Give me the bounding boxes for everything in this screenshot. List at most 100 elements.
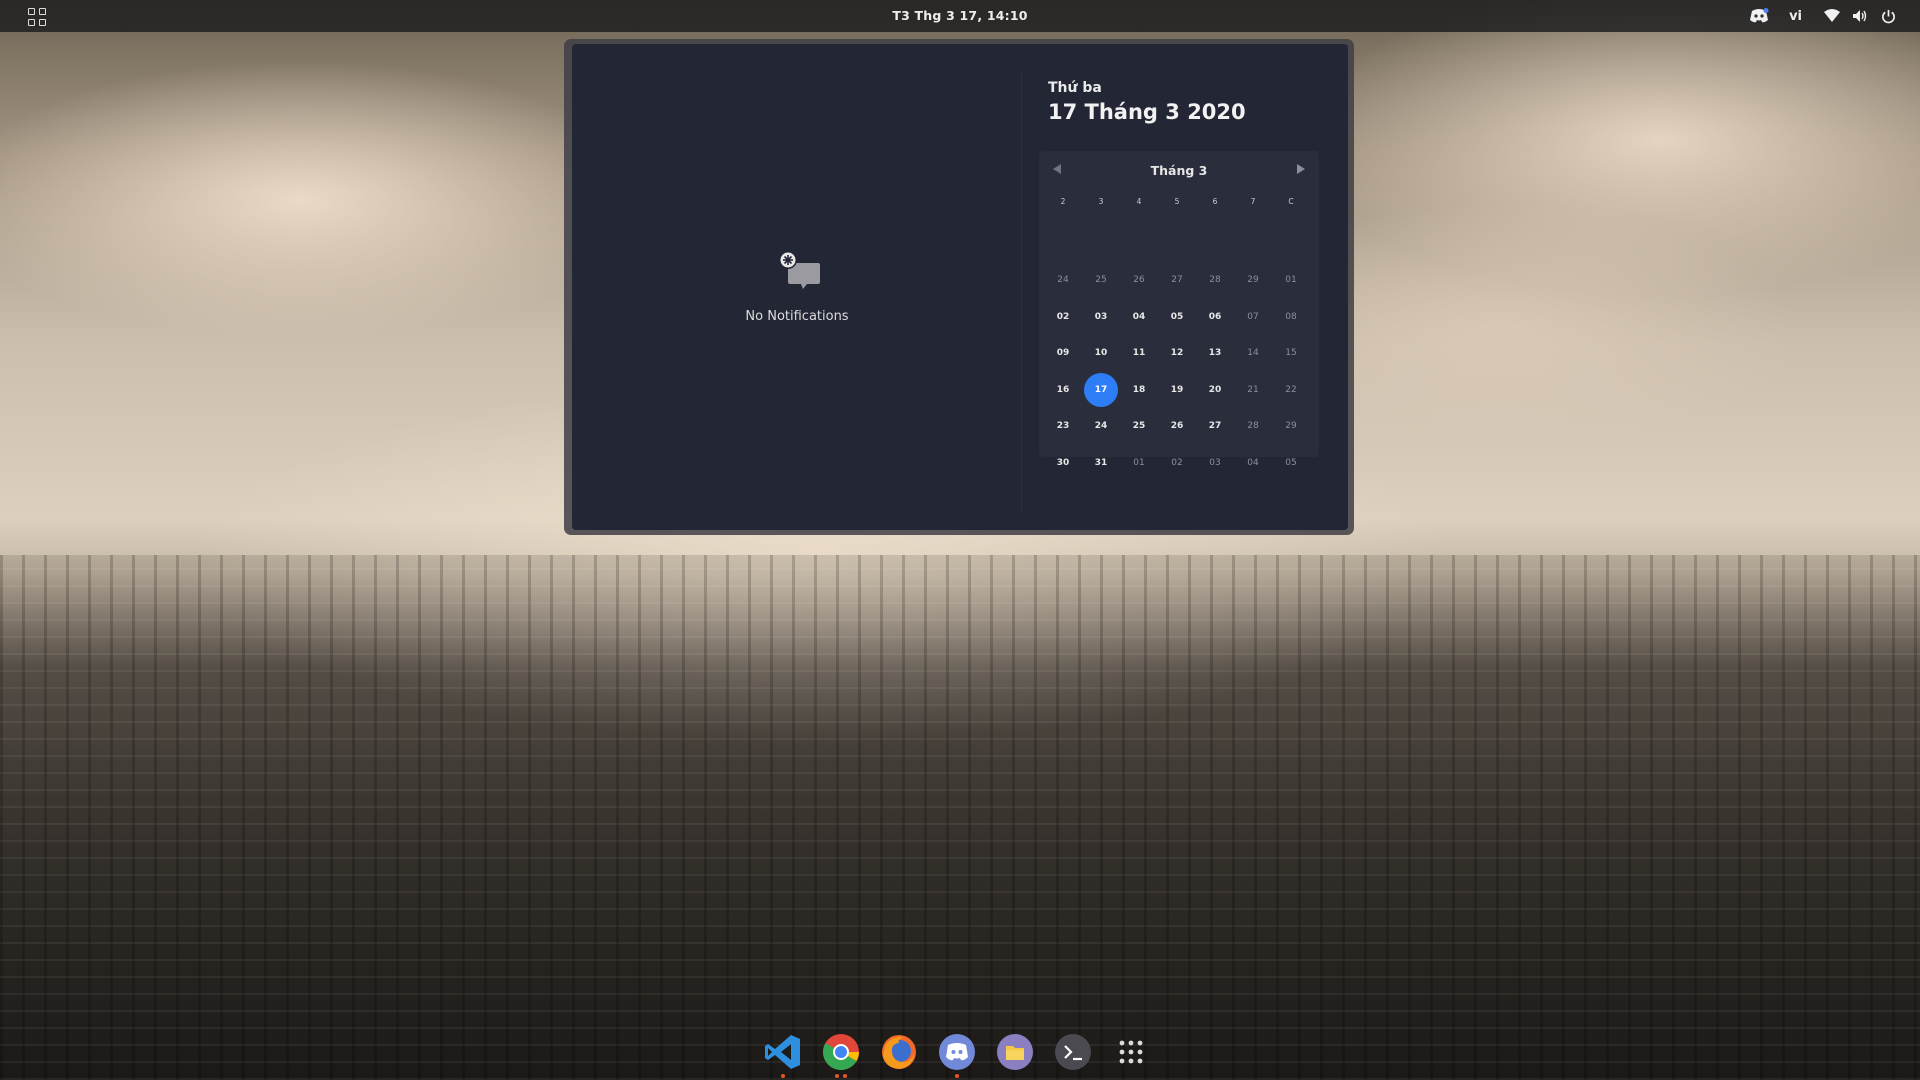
- calendar-day[interactable]: 12: [1158, 335, 1196, 372]
- calendar-day[interactable]: 09: [1044, 335, 1082, 372]
- calendar-day[interactable]: 02: [1044, 299, 1082, 336]
- calendar-day-label: 01: [1285, 275, 1297, 286]
- show-applications-icon[interactable]: [1108, 1029, 1154, 1075]
- files-icon[interactable]: [992, 1029, 1038, 1075]
- calendar-day[interactable]: 28: [1196, 262, 1234, 299]
- next-month-icon[interactable]: [1297, 164, 1305, 174]
- wifi-icon: [1822, 6, 1842, 26]
- calendar-day-label: 07: [1247, 311, 1259, 322]
- calendar-day[interactable]: 03: [1196, 445, 1234, 482]
- calendar-day[interactable]: 03: [1082, 299, 1120, 336]
- calendar-day[interactable]: 04: [1234, 445, 1272, 482]
- weekday-header: 7: [1250, 196, 1256, 206]
- calendar-day-label: 29: [1285, 421, 1297, 432]
- calendar-day-label: 09: [1056, 348, 1070, 359]
- calendar-day-label: 03: [1209, 457, 1221, 468]
- calendar-day-today[interactable]: 17: [1082, 372, 1120, 409]
- calendar-day[interactable]: 02: [1158, 445, 1196, 482]
- calendar-month: Tháng 3: [1150, 163, 1208, 178]
- calendar-day[interactable]: 15: [1272, 335, 1310, 372]
- calendar-day-label: 24: [1094, 421, 1108, 432]
- calendar-day[interactable]: 25: [1120, 408, 1158, 445]
- calendar-day[interactable]: 20: [1196, 372, 1234, 409]
- firefox-icon[interactable]: [876, 1029, 922, 1075]
- calendar-day[interactable]: 06: [1196, 299, 1234, 336]
- calendar-day-label: 02: [1056, 311, 1070, 322]
- notification-list: No Notifications: [572, 44, 1022, 530]
- calendar-day-label: 30: [1056, 457, 1070, 468]
- calendar-day[interactable]: 16: [1044, 372, 1082, 409]
- calendar-day[interactable]: 29: [1272, 408, 1310, 445]
- calendar-day[interactable]: 24: [1044, 262, 1082, 299]
- calendar-day[interactable]: 19: [1158, 372, 1196, 409]
- calendar-day[interactable]: 01: [1272, 262, 1310, 299]
- calendar-day-label: 25: [1132, 421, 1146, 432]
- calendar-day[interactable]: 18: [1120, 372, 1158, 409]
- calendar-day-label: 20: [1208, 384, 1222, 395]
- calendar-day-label: 16: [1056, 384, 1070, 395]
- terminal-icon[interactable]: [1050, 1029, 1096, 1075]
- calendar-day-label: 17: [1084, 372, 1118, 407]
- calendar-day-label: 05: [1285, 457, 1297, 468]
- calendar-day-label: 10: [1094, 348, 1108, 359]
- calendar-day[interactable]: 13: [1196, 335, 1234, 372]
- weekday-header: 3: [1098, 196, 1104, 206]
- calendar-day[interactable]: 27: [1158, 262, 1196, 299]
- wallpaper-city: [0, 555, 1920, 1080]
- calendar-day[interactable]: 08: [1272, 299, 1310, 336]
- calendar-day[interactable]: 07: [1234, 299, 1272, 336]
- volume-icon: [1850, 6, 1870, 26]
- calendar-day[interactable]: 29: [1234, 262, 1272, 299]
- vscode-icon[interactable]: [760, 1029, 806, 1078]
- calendar-day-label: 14: [1247, 348, 1259, 359]
- calendar-day[interactable]: 23: [1044, 408, 1082, 445]
- chrome-icon[interactable]: [818, 1029, 864, 1078]
- calendar-day-label: 01: [1133, 457, 1145, 468]
- calendar-day[interactable]: 14: [1234, 335, 1272, 372]
- power-icon: [1878, 6, 1898, 26]
- date-weekday[interactable]: Thứ ba: [1048, 80, 1102, 96]
- calendar-day[interactable]: 28: [1234, 408, 1272, 445]
- calendar-day-label: 27: [1208, 421, 1222, 432]
- calendar-day-label: 15: [1285, 348, 1297, 359]
- calendar-day[interactable]: 04: [1120, 299, 1158, 336]
- calendar-day-label: 21: [1247, 384, 1259, 395]
- calendar: Tháng 3 2 3 4 5 6 7 C 24 25 26 27 28 29 01 02 03 04 05 06 0…: [1039, 151, 1319, 468]
- calendar-day-label: 29: [1247, 275, 1259, 286]
- weekday-header: C: [1288, 196, 1294, 206]
- calendar-day-label: 13: [1208, 348, 1222, 359]
- calendar-day-label: 23: [1056, 421, 1070, 432]
- calendar-day[interactable]: 05: [1272, 445, 1310, 482]
- discord-tray-icon[interactable]: [1749, 6, 1769, 26]
- discord-icon[interactable]: [934, 1029, 980, 1078]
- calendar-day[interactable]: 24: [1082, 408, 1120, 445]
- calendar-day-label: 04: [1132, 311, 1146, 322]
- dock: [760, 1029, 1154, 1078]
- calendar-day[interactable]: 21: [1234, 372, 1272, 409]
- no-notifications-label: No Notifications: [745, 309, 849, 324]
- date-menu-popup: No Notifications Thứ ba 17 Tháng 3 2020 …: [572, 44, 1348, 530]
- calendar-day[interactable]: 05: [1158, 299, 1196, 336]
- calendar-day[interactable]: 26: [1158, 408, 1196, 445]
- calendar-day-label: 08: [1285, 311, 1297, 322]
- language-indicator[interactable]: vi: [1789, 9, 1802, 24]
- calendar-day-label: 05: [1170, 311, 1184, 322]
- status-menu[interactable]: [1822, 6, 1898, 26]
- calendar-day[interactable]: 25: [1082, 262, 1120, 299]
- calendar-day[interactable]: 10: [1082, 335, 1120, 372]
- calendar-day[interactable]: 27: [1196, 408, 1234, 445]
- calendar-day[interactable]: 31: [1082, 445, 1120, 482]
- clock[interactable]: T3 Thg 3 17, 14:10: [0, 8, 1920, 23]
- calendar-day[interactable]: 26: [1120, 262, 1158, 299]
- system-tray: vi: [1749, 6, 1898, 26]
- calendar-day-label: 27: [1171, 275, 1183, 286]
- calendar-day[interactable]: 11: [1120, 335, 1158, 372]
- calendar-day[interactable]: 30: [1044, 445, 1082, 482]
- calendar-day[interactable]: 22: [1272, 372, 1310, 409]
- calendar-day[interactable]: 01: [1120, 445, 1158, 482]
- weekday-header: 2: [1060, 196, 1066, 206]
- divider: [1021, 72, 1022, 512]
- calendar-day-label: 25: [1095, 275, 1107, 286]
- calendar-day-label: 28: [1209, 275, 1221, 286]
- date-full[interactable]: 17 Tháng 3 2020: [1048, 100, 1246, 124]
